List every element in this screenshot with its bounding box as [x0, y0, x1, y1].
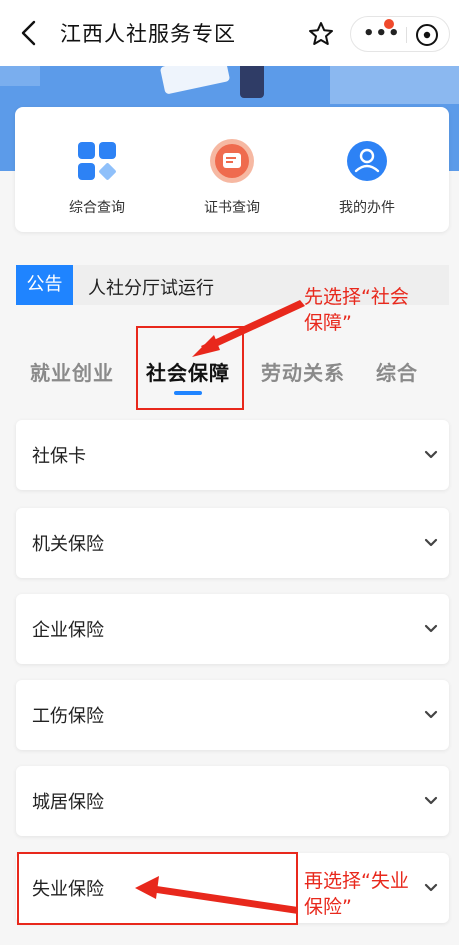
- quick-item-label: 证书查询: [204, 200, 260, 216]
- list-item-label: 工伤保险: [32, 706, 104, 727]
- annotation-line: 保险”: [304, 896, 352, 918]
- back-arrow-icon[interactable]: [18, 20, 42, 46]
- chevron-down-icon: [424, 796, 438, 805]
- banner-decoration: [0, 66, 40, 86]
- chevron-down-icon: [424, 450, 438, 459]
- certificate-icon: [210, 139, 254, 183]
- list-item-resident-insurance[interactable]: 城居保险: [16, 766, 449, 836]
- list-item-label: 城居保险: [32, 792, 104, 813]
- quick-item-certificate-query[interactable]: 证书查询: [162, 107, 302, 232]
- mini-program-capsule: •••: [350, 16, 450, 52]
- capsule-divider: [406, 27, 407, 43]
- quick-item-my-cases[interactable]: 我的办件: [297, 107, 437, 232]
- quick-item-label: 我的办件: [339, 200, 395, 216]
- annotation-line: 先选择“社会: [304, 286, 409, 308]
- chevron-down-icon: [424, 538, 438, 547]
- annotation-highlight-box: [17, 852, 298, 925]
- list-item-institution-insurance[interactable]: 机关保险: [16, 508, 449, 578]
- annotation-text: 再选择“失业 保险”: [304, 868, 409, 920]
- nav-bar: 江西人社服务专区 •••: [0, 0, 459, 66]
- quick-access-panel: 综合查询 证书查询 我的办件: [15, 107, 449, 232]
- notice-tag: 公告: [16, 265, 73, 305]
- quick-item-comprehensive-query[interactable]: 综合查询: [27, 107, 167, 232]
- list-item-label: 机关保险: [32, 534, 104, 555]
- list-item-label: 企业保险: [32, 620, 104, 641]
- list-item-label: 社保卡: [32, 446, 86, 467]
- chevron-down-icon: [424, 624, 438, 633]
- annotation-line: 保障”: [304, 312, 352, 334]
- banner-illustration-card: [159, 66, 231, 95]
- list-item-work-injury-insurance[interactable]: 工伤保险: [16, 680, 449, 750]
- more-icon[interactable]: •••: [363, 25, 401, 43]
- page-title: 江西人社服务专区: [60, 22, 236, 46]
- banner-illustration-person: [240, 66, 264, 98]
- banner-decoration: [330, 66, 459, 104]
- chevron-down-icon: [424, 883, 438, 892]
- annotation-highlight-box: [136, 326, 244, 410]
- user-profile-icon: [347, 141, 387, 181]
- close-icon[interactable]: [415, 23, 439, 47]
- notice-text: 人社分厅试运行: [88, 278, 214, 299]
- grid-icon: [78, 142, 116, 180]
- annotation-line: 再选择“失业: [304, 870, 409, 892]
- notification-dot: [384, 19, 394, 29]
- list-item-social-security-card[interactable]: 社保卡: [16, 420, 449, 490]
- list-item-enterprise-insurance[interactable]: 企业保险: [16, 594, 449, 664]
- tab-labor-relations[interactable]: 劳动关系: [261, 357, 345, 386]
- tab-employment[interactable]: 就业创业: [30, 357, 114, 386]
- star-icon[interactable]: [307, 20, 335, 48]
- chevron-down-icon: [424, 710, 438, 719]
- tab-general[interactable]: 综合: [376, 357, 418, 386]
- quick-item-label: 综合查询: [69, 200, 125, 216]
- annotation-text: 先选择“社会 保障”: [304, 284, 409, 336]
